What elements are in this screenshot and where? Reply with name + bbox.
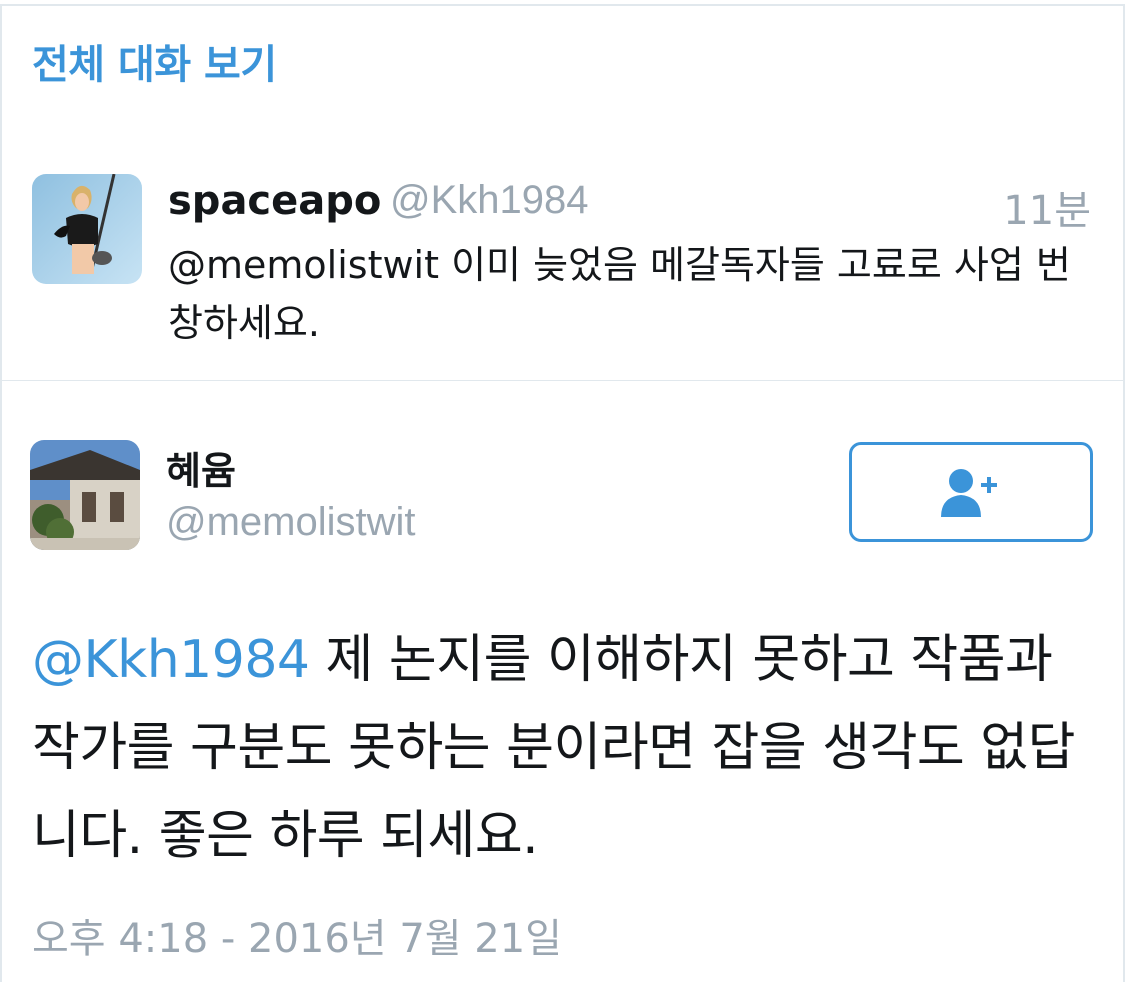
tweet-timestamp[interactable]: 오후 4:18 - 2016년 7월 21일 bbox=[32, 906, 562, 964]
main-handle[interactable]: @memolistwit bbox=[166, 500, 416, 545]
reply-display-name[interactable]: spaceapo bbox=[168, 178, 381, 224]
main-display-name[interactable]: 혜윰 bbox=[166, 440, 236, 495]
conversation-card: 전체 대화 보기 spaceapo @Kkh1984 11분 @memolist… bbox=[0, 4, 1125, 384]
user-photo-icon bbox=[32, 174, 142, 284]
main-tweet-text: @Kkh1984 제 논지를 이해하지 못하고 작품과 작가를 구분도 못하는 … bbox=[32, 616, 1102, 880]
reply-handle[interactable]: @Kkh1984 bbox=[390, 178, 589, 223]
user-photo-icon bbox=[30, 440, 140, 550]
tweet-detail-view: 전체 대화 보기 spaceapo @Kkh1984 11분 @memolist… bbox=[0, 0, 1125, 982]
avatar[interactable] bbox=[30, 440, 140, 550]
reply-text: @memolistwit 이미 늦었음 메갈독자들 고료로 사업 번창하세요. bbox=[168, 243, 1071, 345]
avatar[interactable] bbox=[32, 174, 142, 284]
view-conversation-link[interactable]: 전체 대화 보기 bbox=[32, 32, 277, 90]
mention-link[interactable]: @Kkh1984 bbox=[32, 630, 310, 690]
add-user-icon bbox=[941, 469, 997, 517]
reply-time: 11분 bbox=[1003, 188, 1091, 234]
follow-button[interactable] bbox=[849, 442, 1093, 542]
